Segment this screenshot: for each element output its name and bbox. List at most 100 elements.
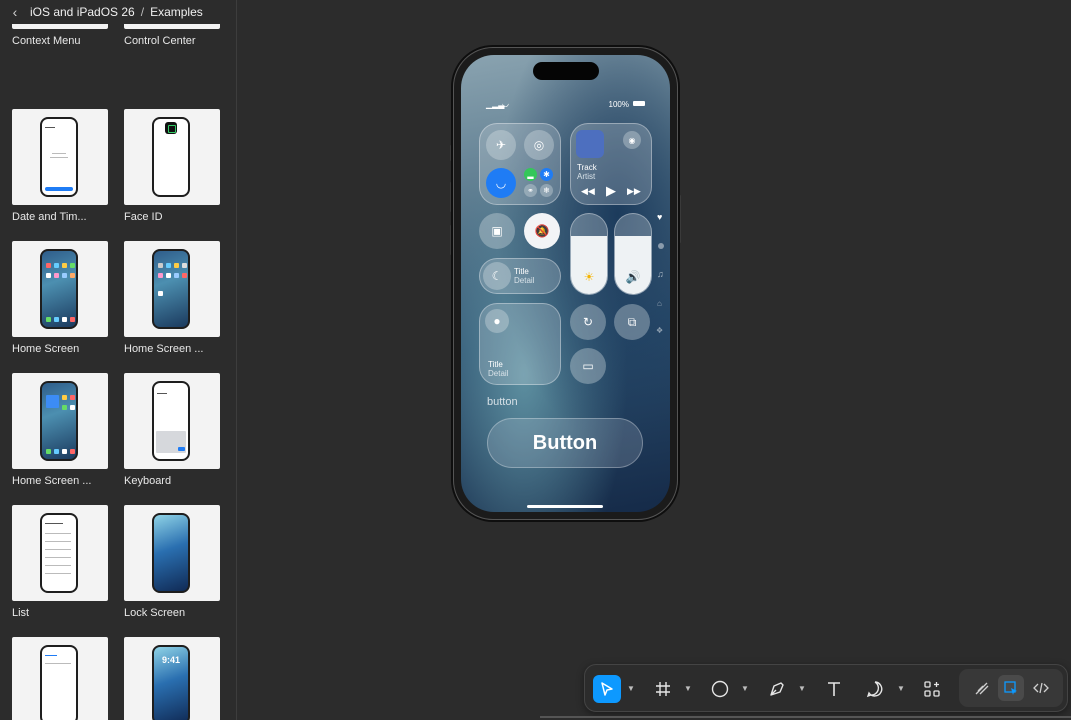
example-label: List — [12, 607, 30, 619]
dynamic-island — [533, 62, 599, 80]
example-lock-screen[interactable]: Lock Screen — [124, 505, 224, 619]
vpn-icon[interactable]: ⚭ — [524, 184, 537, 197]
low-power-toggle[interactable]: ▭ — [570, 348, 606, 384]
airplay-icon[interactable]: ◉ — [623, 131, 641, 149]
move-tool-chevron-down-icon[interactable]: ▼ — [627, 684, 635, 693]
move-tool-icon[interactable] — [593, 675, 621, 703]
phone-thumb-icon — [152, 249, 190, 329]
design-mode-icon[interactable] — [998, 675, 1024, 701]
example-label: Context Menu — [12, 35, 81, 47]
example-label: Home Screen ... — [12, 475, 92, 487]
airdrop-toggle[interactable]: ◎ — [524, 130, 554, 160]
thumbnail — [124, 109, 220, 205]
pen-tool-chevron-down-icon[interactable]: ▼ — [798, 684, 806, 693]
tile-title: Title — [488, 360, 503, 369]
camera-button[interactable]: ▣ — [479, 213, 515, 249]
example-label: Lock Screen — [124, 607, 186, 619]
wifi-status-icon: ◡ — [502, 99, 509, 108]
example-home-screen-3[interactable]: Home Screen ... — [12, 373, 112, 487]
screen-mirroring-button[interactable]: ⧉ — [614, 304, 650, 340]
music-note-icon[interactable]: ♫ — [657, 269, 664, 279]
bottom-toolbar: ▼ ▼ ▼ ▼ ▼ — [584, 664, 1068, 712]
draw-mode-icon[interactable] — [969, 675, 995, 701]
thumbnail: 9:41 — [124, 637, 220, 720]
brightness-fill — [571, 236, 607, 294]
example-label: Keyboard — [124, 475, 172, 487]
moon-icon: ☾ — [483, 262, 511, 290]
hotspot-icon[interactable]: ❄ — [540, 184, 553, 197]
wifi-toggle[interactable]: ◡ — [486, 168, 516, 198]
button-caption: button — [487, 396, 518, 408]
breadcrumb-separator: / — [140, 5, 145, 19]
play-icon[interactable]: ▶ — [606, 183, 616, 199]
album-art — [576, 130, 604, 158]
shape-tool-chevron-down-icon[interactable]: ▼ — [741, 684, 749, 693]
thumbnail — [12, 637, 108, 720]
ellipse-tool-icon[interactable] — [706, 675, 734, 703]
speaker-icon: 🔊 — [625, 270, 641, 284]
thumbnail — [124, 373, 220, 469]
example-keyboard[interactable]: Keyboard — [124, 373, 224, 487]
thumbnail — [12, 241, 108, 337]
thumbnail — [12, 373, 108, 469]
phone-thumb-icon — [152, 381, 190, 461]
phone-thumb-icon — [40, 117, 78, 197]
volume-fill — [615, 236, 651, 294]
dev-mode-icon[interactable] — [1028, 675, 1054, 701]
phone-thumb-icon — [40, 513, 78, 593]
example-item[interactable]: 9:41 — [124, 637, 224, 720]
rotation-lock-toggle[interactable]: ↻ — [570, 304, 606, 340]
pen-tool-icon[interactable] — [763, 675, 791, 703]
side-button — [678, 195, 681, 243]
tile-text: Title Detail — [488, 360, 508, 378]
home-indicator — [527, 505, 603, 508]
bluetooth-icon[interactable]: ✱ — [540, 168, 553, 181]
text-tool-icon[interactable] — [820, 675, 848, 703]
phone-thumb-icon — [40, 381, 78, 461]
example-label: Face ID — [124, 211, 163, 223]
lightbulb-icon: ● — [485, 309, 509, 333]
cellular-icon[interactable]: ▂ — [524, 168, 537, 181]
page-dot[interactable] — [658, 243, 664, 249]
frame-tool-chevron-down-icon[interactable]: ▼ — [684, 684, 692, 693]
track-artist: Artist — [577, 172, 596, 181]
actions-tool-icon[interactable] — [918, 675, 946, 703]
fast-forward-icon[interactable]: ▶▶ — [627, 186, 641, 197]
example-label: Control Center — [124, 35, 196, 47]
horizontal-scrollbar[interactable] — [540, 716, 1071, 718]
phone-thumb-icon — [40, 249, 78, 329]
example-item[interactable] — [12, 637, 112, 720]
back-arrow-icon[interactable]: ‹ — [0, 4, 30, 20]
silent-mode-toggle[interactable]: 🔕 — [524, 213, 560, 249]
airplane-mode-toggle[interactable]: ✈ — [486, 130, 516, 160]
sun-icon: ☀ — [583, 270, 595, 284]
phone-thumb-icon — [152, 117, 190, 197]
breadcrumb-current: Examples — [150, 5, 203, 19]
primary-button[interactable]: Button — [487, 418, 643, 468]
home-icon[interactable]: ⌂ — [657, 299, 662, 308]
example-date-time[interactable]: Date and Tim... — [12, 109, 112, 223]
example-home-screen-2[interactable]: Home Screen ... — [124, 241, 224, 355]
example-label: Home Screen ... — [124, 343, 204, 355]
breadcrumb-parent[interactable]: iOS and iPadOS 26 — [30, 5, 135, 19]
now-playing-text: Track Artist — [577, 163, 597, 181]
breadcrumb: ‹ iOS and iPadOS 26 / Examples — [0, 0, 236, 24]
example-home-screen[interactable]: Home Screen — [12, 241, 112, 355]
example-list[interactable]: List — [12, 505, 112, 619]
phone-thumb-icon — [152, 513, 190, 593]
thumbnail — [12, 505, 108, 601]
example-face-id[interactable]: Face ID — [124, 109, 224, 223]
volume-slider[interactable]: 🔊 — [614, 213, 652, 295]
mode-switcher — [959, 669, 1063, 707]
rewind-icon[interactable]: ◀◀ — [581, 186, 595, 197]
comment-tool-icon[interactable] — [861, 675, 889, 703]
antenna-icon[interactable]: ❖ — [656, 326, 663, 335]
focus-text: Title Detail — [514, 267, 534, 285]
comment-tool-chevron-down-icon[interactable]: ▼ — [897, 684, 905, 693]
brightness-slider[interactable]: ☀ — [570, 213, 608, 295]
tile-detail: Detail — [488, 369, 509, 378]
assets-sidebar: ‹ iOS and iPadOS 26 / Examples Context M… — [0, 0, 237, 720]
thumbnail — [124, 505, 220, 601]
heart-icon[interactable]: ♥ — [657, 212, 662, 222]
frame-tool-icon[interactable] — [649, 675, 677, 703]
